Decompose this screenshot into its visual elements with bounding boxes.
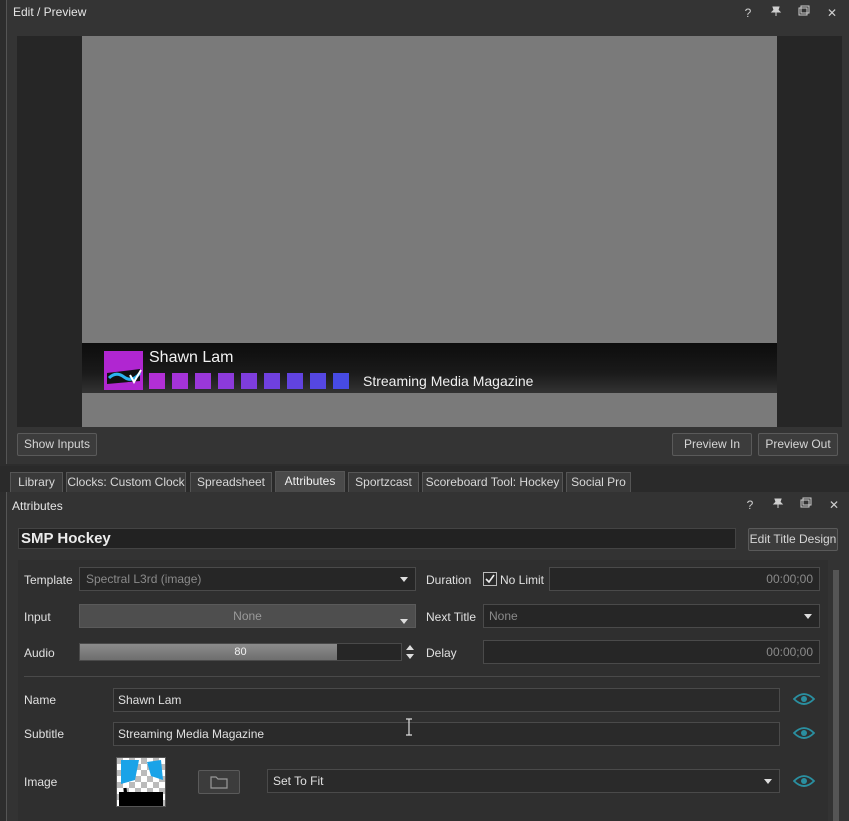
preview-out-button[interactable]: Preview Out: [758, 433, 838, 456]
browse-folder-button[interactable]: [198, 770, 240, 794]
audio-value: 80: [234, 646, 247, 658]
help-icon[interactable]: ?: [739, 4, 757, 22]
attributes-title-icons: ? ✕: [741, 496, 843, 514]
float-window-icon[interactable]: [797, 496, 815, 514]
chevron-down-icon: [400, 619, 408, 624]
lower-third-square: [241, 373, 257, 389]
input-value: None: [233, 609, 262, 623]
pin-icon[interactable]: [767, 4, 785, 22]
lower-third-square: [195, 373, 211, 389]
input-label: Input: [24, 610, 51, 624]
checkmark-icon: [485, 574, 495, 584]
audio-label: Audio: [24, 646, 55, 660]
edit-title-design-button[interactable]: Edit Title Design: [748, 528, 838, 551]
close-icon[interactable]: ✕: [823, 4, 841, 22]
visibility-eye-icon[interactable]: [792, 692, 816, 706]
subtitle-label: Subtitle: [24, 727, 65, 741]
show-inputs-button[interactable]: Show Inputs: [17, 433, 97, 456]
help-icon[interactable]: ?: [741, 496, 759, 514]
lower-third-square: [218, 373, 234, 389]
visibility-eye-icon[interactable]: [792, 774, 816, 788]
lower-third-square: [264, 373, 280, 389]
audio-spinner[interactable]: [404, 643, 416, 661]
no-limit-label: No Limit: [500, 573, 545, 587]
duration-field[interactable]: 00:00;00: [549, 567, 820, 591]
preview-in-button[interactable]: Preview In: [672, 433, 752, 456]
visibility-eye-icon[interactable]: [792, 726, 816, 740]
lower-third-square: [310, 373, 326, 389]
tab-social-pro[interactable]: Social Pro: [566, 472, 631, 492]
pin-icon[interactable]: [769, 496, 787, 514]
float-window-icon[interactable]: [795, 4, 813, 22]
subtitle-input[interactable]: Streaming Media Magazine: [113, 722, 780, 746]
edit-preview-panel: Edit / Preview ? ✕ Shawn Lam Streaming M…: [6, 0, 849, 464]
no-limit-checkbox[interactable]: [483, 572, 497, 586]
preview-canvas: Shawn Lam Streaming Media Magazine: [82, 36, 777, 427]
lower-third-graphic: Shawn Lam Streaming Media Magazine: [82, 343, 777, 393]
delay-label: Delay: [426, 646, 457, 660]
lower-third-square: [149, 373, 165, 389]
next-title-value: None: [489, 609, 518, 623]
next-title-select[interactable]: None: [483, 604, 820, 628]
lower-third-square: [287, 373, 303, 389]
chevron-down-icon: [804, 614, 812, 619]
image-fit-select[interactable]: Set To Fit: [267, 769, 780, 793]
template-label: Template: [24, 573, 73, 587]
close-icon[interactable]: ✕: [825, 496, 843, 514]
tab-attributes[interactable]: Attributes: [275, 471, 345, 493]
chevron-down-icon: [400, 577, 408, 582]
template-value: Spectral L3rd (image): [86, 572, 202, 586]
lower-third-name: Shawn Lam: [149, 349, 234, 366]
tab-clocks-custom-clock[interactable]: Clocks: Custom Clock: [66, 472, 186, 492]
panel-title-icons: ? ✕: [739, 4, 841, 22]
logo-icon: [104, 351, 143, 390]
tab-library[interactable]: Library: [10, 472, 63, 492]
lower-third-subtitle: Streaming Media Magazine: [363, 373, 534, 389]
vertical-scrollbar[interactable]: [833, 570, 839, 821]
divider: [24, 676, 820, 677]
tab-spreadsheet[interactable]: Spreadsheet: [190, 472, 272, 492]
image-label: Image: [24, 775, 58, 789]
lower-third-square: [172, 373, 188, 389]
panel-title: Edit / Preview: [13, 5, 87, 19]
chevron-down-icon: [764, 779, 772, 784]
app-window: Edit / Preview ? ✕ Shawn Lam Streaming M…: [0, 0, 849, 821]
next-title-label: Next Title: [426, 610, 477, 624]
image-fit-value: Set To Fit: [273, 774, 324, 788]
title-name-field[interactable]: SMP Hockey: [18, 528, 736, 549]
preview-area: Shawn Lam Streaming Media Magazine: [17, 36, 842, 427]
folder-icon: [210, 776, 228, 789]
image-thumbnail[interactable]: [116, 757, 166, 807]
tab-sportzcast[interactable]: Sportzcast: [348, 472, 419, 492]
template-select[interactable]: Spectral L3rd (image): [79, 567, 416, 591]
duration-label: Duration: [426, 573, 472, 587]
attributes-panel-title: Attributes: [12, 499, 63, 513]
delay-field[interactable]: 00:00;00: [483, 640, 820, 664]
tab-scoreboard-tool-hockey[interactable]: Scoreboard Tool: Hockey: [422, 472, 563, 492]
text-cursor-icon: [404, 718, 414, 736]
name-label: Name: [24, 693, 57, 707]
audio-slider[interactable]: 80: [79, 643, 402, 661]
lower-third-squares: [149, 373, 349, 389]
name-input[interactable]: Shawn Lam: [113, 688, 780, 712]
lower-third-square: [333, 373, 349, 389]
input-select[interactable]: None: [79, 604, 416, 628]
